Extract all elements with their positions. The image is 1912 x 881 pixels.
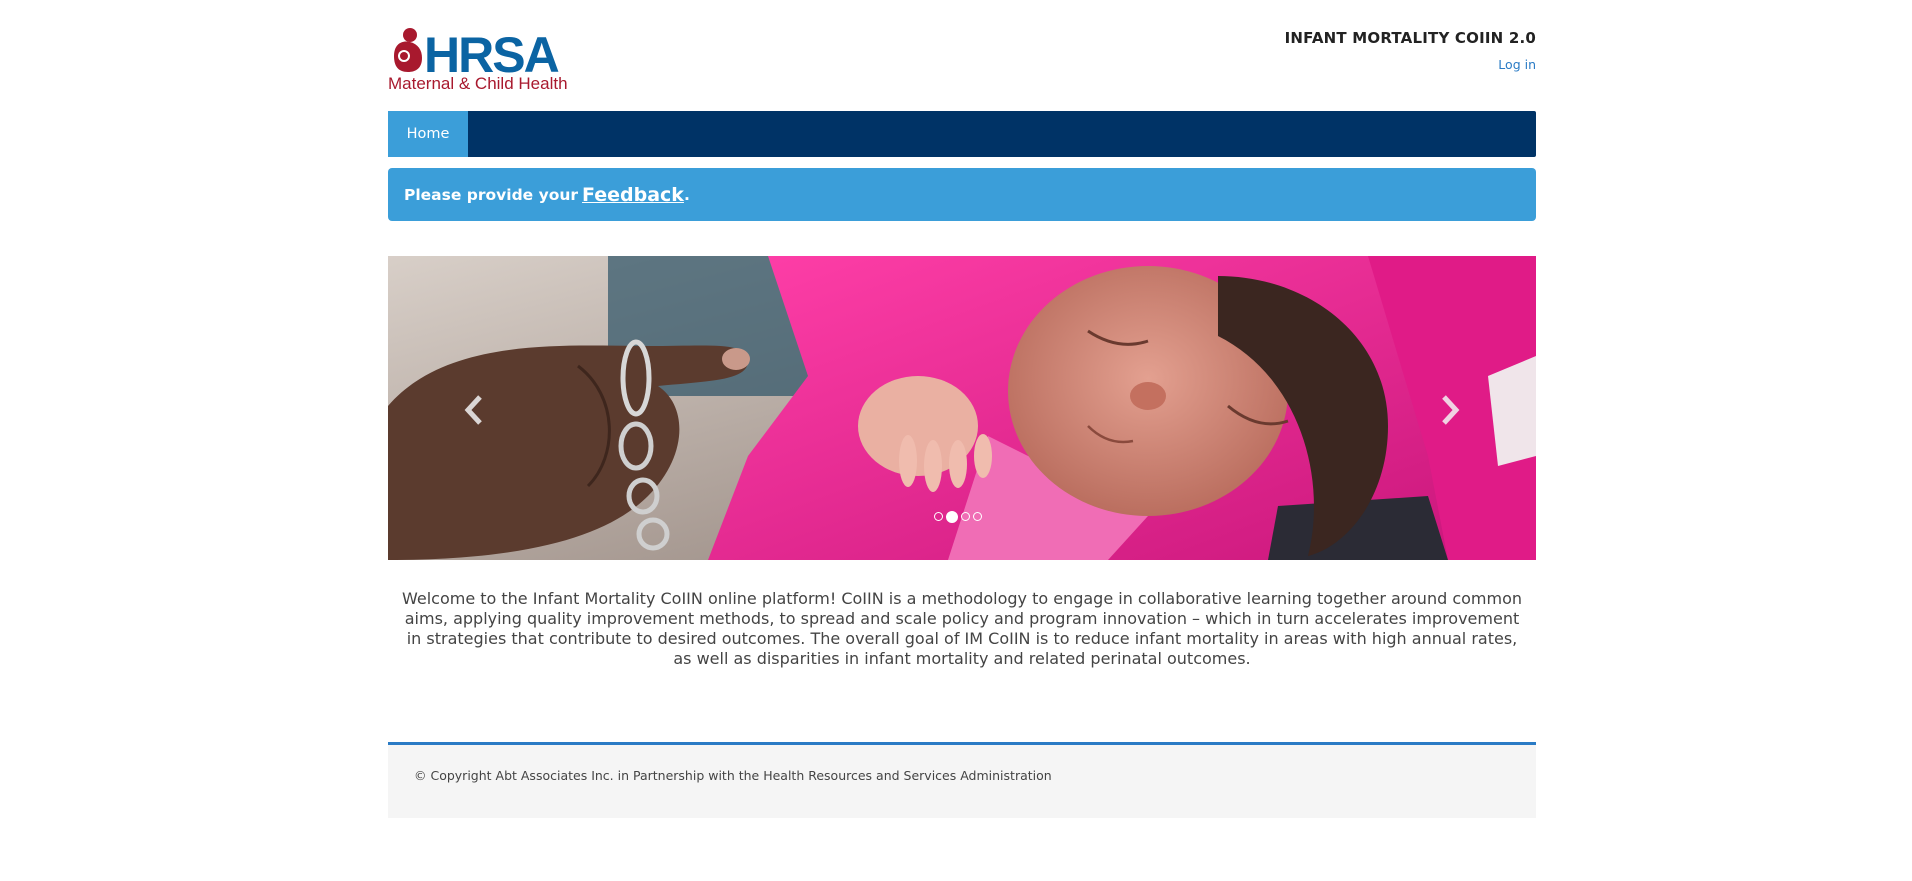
main-nav: Home bbox=[388, 111, 1536, 157]
carousel-indicators bbox=[934, 510, 982, 523]
feedback-prefix: Please provide your bbox=[404, 185, 579, 204]
carousel-prev-button[interactable] bbox=[454, 390, 494, 430]
hrsa-logo[interactable]: HRSA Maternal & Child Health bbox=[388, 26, 628, 92]
feedback-banner: Please provide your Feedback . bbox=[388, 168, 1536, 221]
chevron-left-icon bbox=[464, 395, 482, 425]
site-title: INFANT MORTALITY COIIN 2.0 bbox=[1284, 29, 1536, 47]
nav-item-home[interactable]: Home bbox=[388, 111, 468, 157]
footer: © Copyright Abt Associates Inc. in Partn… bbox=[388, 742, 1536, 818]
login-link[interactable]: Log in bbox=[1498, 57, 1536, 72]
mother-child-icon bbox=[394, 28, 422, 72]
feedback-suffix: . bbox=[683, 185, 690, 204]
feedback-link[interactable]: Feedback bbox=[582, 184, 684, 206]
carousel-dot-3[interactable] bbox=[961, 512, 970, 521]
copyright-text: © Copyright Abt Associates Inc. in Partn… bbox=[414, 768, 1052, 783]
chevron-right-icon bbox=[1442, 395, 1460, 425]
logo-subtitle: Maternal & Child Health bbox=[388, 74, 568, 92]
carousel-dot-2[interactable] bbox=[946, 510, 958, 523]
carousel-dot-1[interactable] bbox=[934, 512, 943, 521]
image-carousel bbox=[388, 256, 1536, 560]
carousel-dot-4[interactable] bbox=[973, 512, 982, 521]
carousel-next-button[interactable] bbox=[1430, 390, 1470, 430]
welcome-text: Welcome to the Infant Mortality CoIIN on… bbox=[401, 589, 1523, 668]
